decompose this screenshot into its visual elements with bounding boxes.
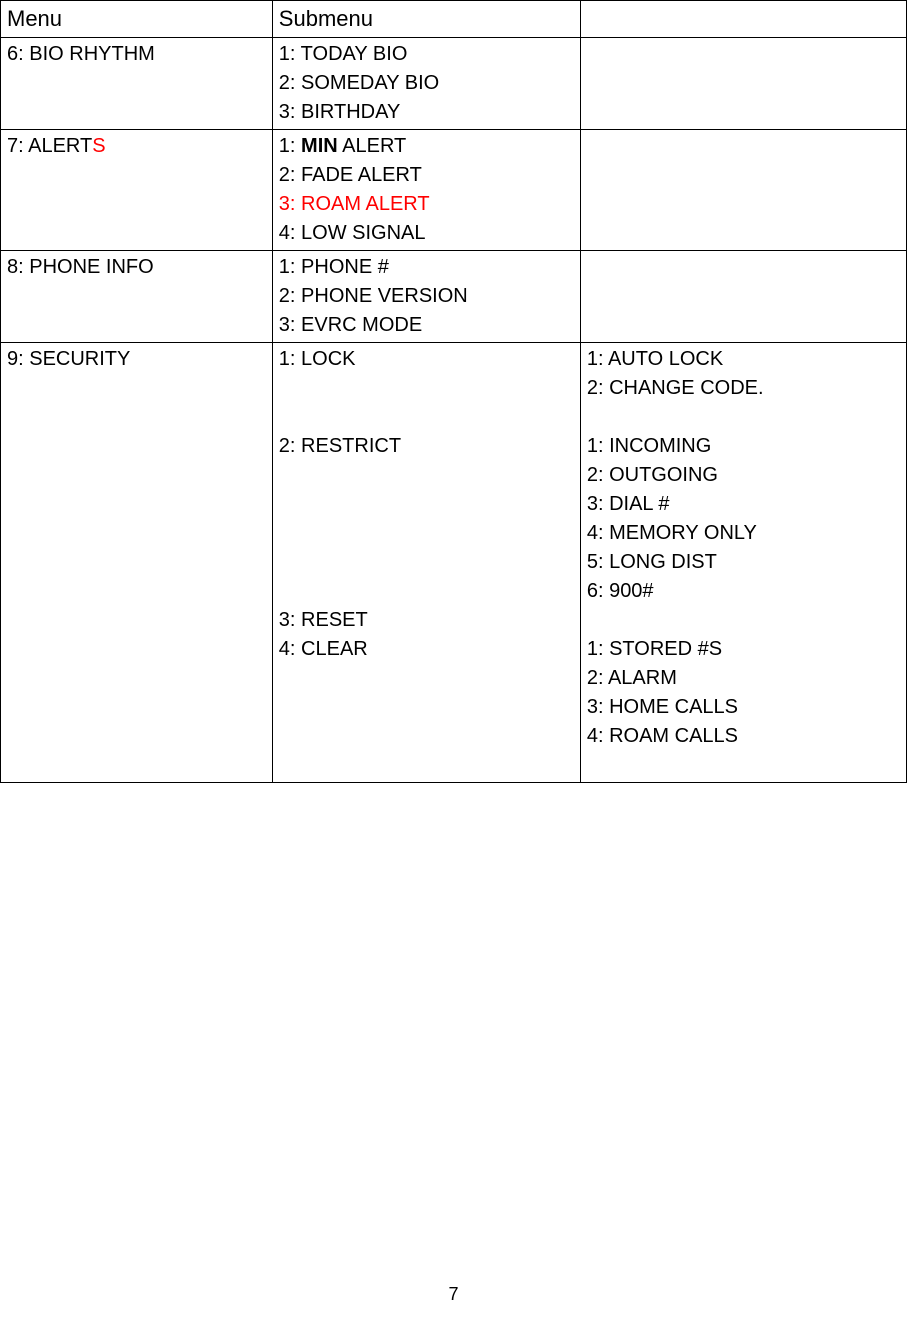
submenu-item-restrict: 2: RESTRICT: [279, 432, 574, 461]
menu-bio-rhythm: 6: BIO RHYTHM: [1, 37, 273, 129]
detail-phone-info: [580, 250, 906, 342]
menu-alerts: 7: ALERTS: [1, 129, 273, 250]
detail-item: 1: STORED #S: [587, 635, 900, 664]
menu-security: 9: SECURITY: [1, 342, 273, 782]
detail-item: 1: AUTO LOCK: [587, 345, 900, 374]
submenu-item: 1: PHONE #: [279, 253, 574, 282]
detail-item: 3: DIAL #: [587, 490, 900, 519]
submenu-security: 1: LOCK 2: RESTRICT 3: RESET 4: CLEAR: [272, 342, 580, 782]
header-menu: Menu: [1, 1, 273, 38]
submenu-alerts: 1: MIN ALERT 2: FADE ALERT 3: ROAM ALERT…: [272, 129, 580, 250]
submenu-item: 2: FADE ALERT: [279, 161, 574, 190]
submenu-item: 3: EVRC MODE: [279, 311, 574, 340]
row-security: 9: SECURITY 1: LOCK 2: RESTRICT 3: RESET…: [1, 342, 907, 782]
detail-item: 2: CHANGE CODE.: [587, 374, 900, 403]
detail-item: 2: ALARM: [587, 664, 900, 693]
submenu-item-reset: 3: RESET: [279, 606, 574, 635]
detail-bio-rhythm: [580, 37, 906, 129]
page-number: 7: [0, 1284, 907, 1305]
submenu-item-roam-alert: 3: ROAM ALERT: [279, 190, 574, 219]
submenu-item: 2: SOMEDAY BIO: [279, 69, 574, 98]
submenu-item: 3: BIRTHDAY: [279, 98, 574, 127]
detail-item: 4: MEMORY ONLY: [587, 519, 900, 548]
detail-security: 1: AUTO LOCK 2: CHANGE CODE. 1: INCOMING…: [580, 342, 906, 782]
detail-item: 4: ROAM CALLS: [587, 722, 900, 751]
menu-alerts-suffix: S: [92, 135, 105, 157]
submenu-item: 4: LOW SIGNAL: [279, 219, 574, 248]
submenu-bio-rhythm: 1: TODAY BIO 2: SOMEDAY BIO 3: BIRTHDAY: [272, 37, 580, 129]
submenu-item: 1: MIN ALERT: [279, 132, 574, 161]
row-alerts: 7: ALERTS 1: MIN ALERT 2: FADE ALERT 3: …: [1, 129, 907, 250]
submenu-item-clear: 4: CLEAR: [279, 635, 574, 664]
detail-item: 3: HOME CALLS: [587, 693, 900, 722]
detail-alerts: [580, 129, 906, 250]
submenu-item: 2: PHONE VERSION: [279, 282, 574, 311]
min-alert-prefix: 1:: [279, 135, 301, 157]
detail-item: 1: INCOMING: [587, 432, 900, 461]
row-phone-info: 8: PHONE INFO 1: PHONE # 2: PHONE VERSIO…: [1, 250, 907, 342]
menu-alerts-prefix: 7: ALERT: [7, 135, 92, 157]
menu-table: Menu Submenu 6: BIO RHYTHM 1: TODAY BIO …: [0, 0, 907, 783]
submenu-item-lock: 1: LOCK: [279, 345, 574, 374]
detail-item: 2: OUTGOING: [587, 461, 900, 490]
detail-item: 6: 900#: [587, 577, 900, 606]
table-header-row: Menu Submenu: [1, 1, 907, 38]
header-detail: [580, 1, 906, 38]
submenu-phone-info: 1: PHONE # 2: PHONE VERSION 3: EVRC MODE: [272, 250, 580, 342]
row-bio-rhythm: 6: BIO RHYTHM 1: TODAY BIO 2: SOMEDAY BI…: [1, 37, 907, 129]
submenu-item: 1: TODAY BIO: [279, 40, 574, 69]
header-submenu: Submenu: [272, 1, 580, 38]
min-alert-suffix: ALERT: [338, 135, 407, 157]
menu-phone-info: 8: PHONE INFO: [1, 250, 273, 342]
min-alert-bold: MIN: [301, 135, 338, 157]
detail-item: 5: LONG DIST: [587, 548, 900, 577]
